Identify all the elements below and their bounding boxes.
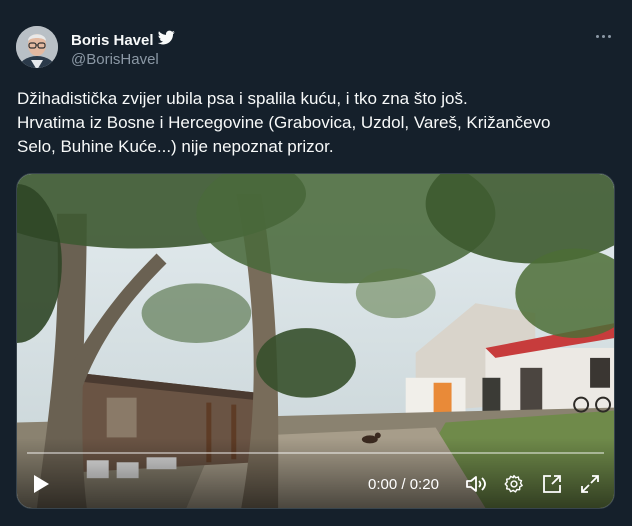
pop-out-icon[interactable] [540,472,564,496]
avatar[interactable] [16,26,58,68]
video-time-display: 0:00 / 0:20 [368,476,439,493]
tweet-text-line: Džihadistička zvijer ubila psa i spalila… [17,89,468,108]
time-separator: / [401,476,406,493]
author-handle[interactable]: @BorisHavel [71,51,159,68]
tweet-text: Džihadistička zvijer ubila psa i spalila… [17,87,617,159]
author-display-name[interactable]: Boris Havel [71,32,154,49]
current-time: 0:00 [368,476,398,493]
tweet-text-line: Selo, Buhine Kuće...) nije nepoznat priz… [17,137,334,156]
author-name-row[interactable]: Boris Havel [71,29,175,51]
tweet-text-line: Hrvatima iz Bosne i Hercegovine (Grabovi… [17,113,551,132]
video-progress-bar[interactable] [27,452,604,454]
fullscreen-icon[interactable] [578,472,602,496]
video-player[interactable]: 0:00 / 0:20 [16,173,615,509]
play-icon[interactable] [29,472,53,496]
more-options-icon[interactable] [590,26,616,46]
twitter-bird-icon [157,29,175,51]
duration: 0:20 [409,476,439,493]
tweet-card: Boris Havel @BorisHavel Džihadistička zv… [0,0,632,526]
volume-icon[interactable] [464,472,488,496]
settings-gear-icon[interactable] [502,472,526,496]
video-controls: 0:00 / 0:20 [17,438,614,508]
